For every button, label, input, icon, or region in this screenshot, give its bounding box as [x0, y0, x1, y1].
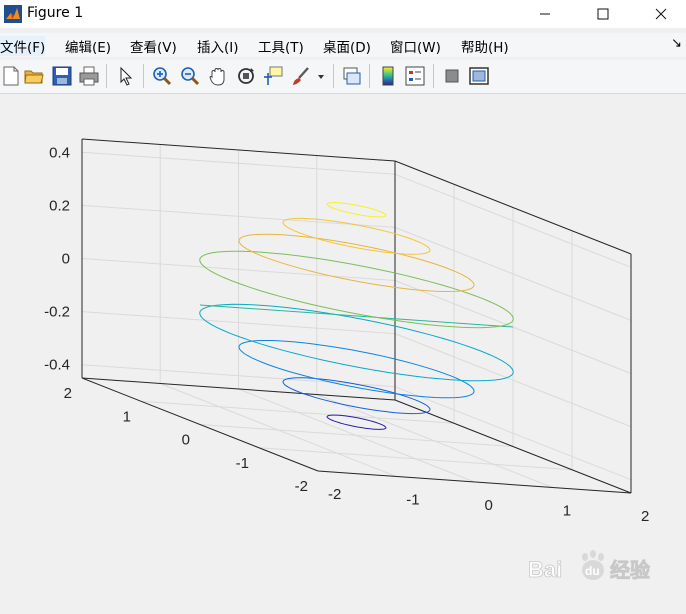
series-line: [326, 202, 387, 218]
brush-icon[interactable]: [290, 65, 312, 87]
colorbar-icon[interactable]: [377, 65, 399, 87]
x-tick-label: -2: [328, 486, 341, 503]
matlab-logo-icon: [4, 5, 22, 23]
x-tick-label: 2: [641, 508, 649, 525]
maximize-button[interactable]: [580, 0, 626, 28]
z-tick-label: 0: [62, 251, 70, 268]
watermark-paw-text: du: [585, 564, 600, 578]
dock-arrow-icon[interactable]: ↘: [671, 36, 682, 51]
toolbar: [0, 60, 686, 94]
pointer-icon[interactable]: [115, 65, 137, 87]
y-tick-label: 0: [182, 432, 190, 449]
y-tick-label: -1: [236, 455, 249, 472]
menu-window[interactable]: 窗口(W): [390, 36, 441, 56]
toolbar-separator: [143, 64, 144, 88]
series-line: [238, 233, 475, 292]
z-tick-label: 0.2: [49, 197, 70, 214]
data-cursor-icon[interactable]: [262, 65, 284, 87]
y-tick-label: 1: [123, 408, 131, 425]
zoom-in-icon[interactable]: [151, 65, 173, 87]
menu-view[interactable]: 查看(V): [130, 36, 177, 56]
y-tick-label: 2: [64, 385, 72, 402]
watermark-text: Bai: [528, 557, 562, 582]
y-tick-label: -2: [295, 478, 308, 495]
menu-desktop[interactable]: 桌面(D): [323, 36, 371, 56]
x-tick-label: -1: [406, 492, 419, 509]
tick-labels: 0.4 0.2 0 -0.2 -0.4 2 1 0 -1 -2 -2 -1 0 1 2: [44, 144, 649, 525]
series-line: [238, 340, 475, 399]
menu-bar: 文件(F) 编辑(E) 查看(V) 插入(I) 工具(T) 桌面(D) 窗口(W…: [0, 33, 686, 57]
series-line: [282, 217, 431, 255]
toolbar-separator: [433, 64, 434, 88]
chevron-down-icon[interactable]: [315, 65, 327, 87]
x-tick-label: 0: [485, 497, 493, 514]
title-bar: Figure 1: [0, 0, 686, 28]
x-tick-label: 1: [563, 503, 571, 520]
zoom-out-icon[interactable]: [179, 65, 201, 87]
menu-edit[interactable]: 编辑(E): [65, 36, 111, 56]
close-button[interactable]: [638, 0, 684, 28]
plot-series: [199, 202, 514, 430]
save-icon[interactable]: [51, 65, 73, 87]
z-tick-label: 0.4: [49, 144, 70, 161]
menu-file[interactable]: 文件(F): [0, 36, 46, 56]
baidu-watermark: Bai du 经验: [528, 550, 650, 582]
rotate-3d-icon[interactable]: [235, 65, 257, 87]
window-title: Figure 1: [27, 5, 84, 21]
minimize-button[interactable]: [522, 0, 568, 28]
new-file-icon[interactable]: [0, 65, 22, 87]
open-folder-icon[interactable]: [23, 65, 45, 87]
plot-3d-axes[interactable]: 0.4 0.2 0 -0.2 -0.4 2 1 0 -1 -2 -2 -1 0 1 2: [0, 94, 686, 614]
paw-logo-icon: du: [582, 550, 604, 580]
link-plot-icon[interactable]: [341, 65, 363, 87]
minimize-icon: [540, 13, 550, 15]
maximize-icon: [597, 8, 609, 20]
series-line: [282, 377, 431, 415]
close-icon: [655, 8, 667, 20]
menu-insert[interactable]: 插入(I): [197, 36, 239, 56]
z-tick-label: -0.4: [44, 357, 70, 374]
menu-help[interactable]: 帮助(H): [461, 36, 509, 56]
legend-icon[interactable]: [404, 65, 426, 87]
watermark-text-2: 经验: [610, 558, 650, 582]
z-tick-label: -0.2: [44, 304, 70, 321]
toolbar-separator: [369, 64, 370, 88]
print-icon[interactable]: [78, 65, 100, 87]
pan-hand-icon[interactable]: [207, 65, 229, 87]
menu-tools[interactable]: 工具(T): [258, 36, 304, 56]
toolbar-separator: [106, 64, 107, 88]
hide-plot-tools-icon[interactable]: [441, 65, 463, 87]
show-plot-tools-icon[interactable]: [468, 65, 490, 87]
toolbar-separator: [333, 64, 334, 88]
